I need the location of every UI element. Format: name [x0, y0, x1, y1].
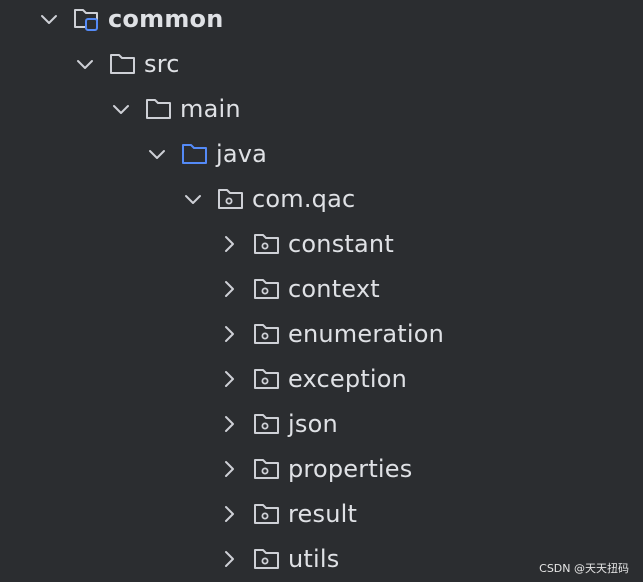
tree-node-label: result: [288, 499, 358, 528]
tree-node-json[interactable]: json: [218, 401, 338, 446]
package-folder-icon: [253, 366, 281, 392]
tree-node-enumeration[interactable]: enumeration: [218, 311, 444, 356]
chevron-right-icon[interactable]: [218, 323, 240, 345]
chevron-down-icon[interactable]: [74, 53, 96, 75]
chevron-right-icon[interactable]: [218, 233, 240, 255]
tree-node-main[interactable]: main: [110, 86, 241, 131]
tree-node-label: main: [180, 94, 241, 123]
folder-icon: [145, 96, 173, 122]
chevron-down-icon[interactable]: [38, 8, 60, 30]
tree-node-label: context: [288, 274, 380, 303]
watermark: CSDN @天天扭码: [539, 562, 629, 575]
chevron-right-icon[interactable]: [218, 278, 240, 300]
chevron-right-icon[interactable]: [218, 368, 240, 390]
package-folder-icon: [253, 231, 281, 257]
tree-node-label: java: [216, 139, 268, 168]
package-folder-icon: [253, 276, 281, 302]
package-folder-icon: [253, 501, 281, 527]
package-folder-icon: [253, 411, 281, 437]
tree-node-constant[interactable]: constant: [218, 221, 394, 266]
tree-node-label: common: [108, 4, 224, 33]
tree-node-label: constant: [288, 229, 394, 258]
source-root-folder-icon: [181, 141, 209, 167]
module-folder-icon: [73, 6, 101, 32]
tree-node-label: exception: [288, 364, 408, 393]
tree-node-label: json: [288, 409, 338, 438]
package-folder-icon: [253, 546, 281, 572]
chevron-right-icon[interactable]: [218, 548, 240, 570]
chevron-down-icon[interactable]: [146, 143, 168, 165]
chevron-right-icon[interactable]: [218, 503, 240, 525]
chevron-down-icon[interactable]: [110, 98, 132, 120]
tree-node-label: com.qac: [252, 184, 356, 213]
chevron-down-icon[interactable]: [182, 188, 204, 210]
tree-node-label: properties: [288, 454, 413, 483]
project-tree: common src main java com.qac constant co…: [0, 0, 643, 582]
chevron-right-icon[interactable]: [218, 458, 240, 480]
package-folder-icon: [217, 186, 245, 212]
tree-node-properties[interactable]: properties: [218, 446, 412, 491]
tree-node-common[interactable]: common: [38, 0, 224, 41]
folder-icon: [109, 51, 137, 77]
tree-node-label: utils: [288, 544, 340, 573]
tree-node-label: enumeration: [288, 319, 445, 348]
tree-node-exception[interactable]: exception: [218, 356, 407, 401]
tree-node-java[interactable]: java: [146, 131, 267, 176]
package-folder-icon: [253, 456, 281, 482]
tree-node-label: src: [144, 49, 180, 78]
tree-node-src[interactable]: src: [74, 41, 180, 86]
tree-node-context[interactable]: context: [218, 266, 380, 311]
tree-node-com-qac[interactable]: com.qac: [182, 176, 355, 221]
chevron-right-icon[interactable]: [218, 413, 240, 435]
tree-node-result[interactable]: result: [218, 491, 357, 536]
package-folder-icon: [253, 321, 281, 347]
tree-node-utils[interactable]: utils: [218, 536, 339, 581]
